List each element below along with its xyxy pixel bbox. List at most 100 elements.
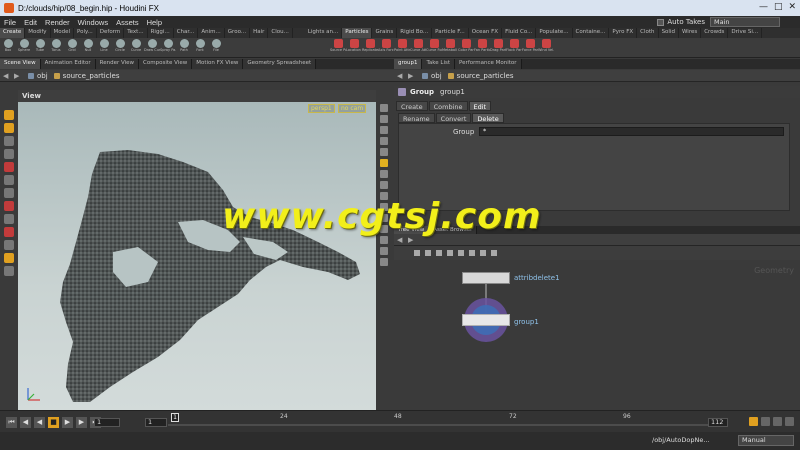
network-editor[interactable]: Geometry attribdelete1 group1 — [394, 260, 800, 410]
scale-tool-icon[interactable] — [4, 188, 14, 198]
shelf-tool[interactable]: Sphere — [16, 38, 32, 57]
play-icon[interactable]: ▶ — [62, 417, 73, 428]
left-pane-tab[interactable]: Geometry Spreadsheet — [243, 59, 317, 69]
tab-combine[interactable]: Combine — [428, 101, 468, 111]
shelf-tool[interactable]: Color Partic... — [458, 38, 474, 57]
back-icon[interactable]: ◀ — [397, 72, 405, 80]
shape-icon[interactable] — [491, 250, 497, 256]
shelf-tool[interactable]: Path — [176, 38, 192, 57]
end-frame-field[interactable]: 112 — [708, 418, 728, 427]
menu-assets[interactable]: Assets — [112, 18, 143, 27]
magnet-tool-icon[interactable] — [4, 201, 14, 211]
shelf-tool[interactable]: Box — [0, 38, 16, 57]
shelf-tool[interactable]: Spray Pa... — [160, 38, 176, 57]
menu-help[interactable]: Help — [143, 18, 166, 27]
shelf-tool[interactable]: Replicate P... — [362, 38, 378, 57]
shelf-tab[interactable]: Grains — [372, 28, 398, 38]
cam-mode-dropdown[interactable]: no cam — [338, 104, 367, 113]
node-name[interactable]: group1 — [440, 88, 465, 96]
shelf-tool[interactable]: Drag Partic... — [490, 38, 506, 57]
shelf-tool[interactable]: Axis Force... — [378, 38, 394, 57]
select-tool-icon[interactable] — [4, 110, 14, 120]
path-obj[interactable]: obj — [422, 72, 442, 80]
path-source-particles[interactable]: source_particles — [53, 72, 119, 80]
shelf-tab[interactable]: Poly... — [74, 28, 97, 38]
left-pane-tab[interactable]: Render View — [95, 59, 140, 69]
paint-tool-icon[interactable] — [4, 253, 14, 263]
play-reverse-icon[interactable]: ◀ — [34, 417, 45, 428]
shelf-tab[interactable]: Hair — [250, 28, 269, 38]
shelf-tool[interactable]: Curve — [128, 38, 144, 57]
menu-render[interactable]: Render — [41, 18, 74, 27]
path-obj[interactable]: obj — [28, 72, 48, 80]
flag-icon[interactable] — [458, 250, 464, 256]
right-pane-tab[interactable]: Performance Monitor — [455, 59, 522, 69]
shelf-tab[interactable]: Drive Si... — [728, 28, 763, 38]
shelf-tab[interactable]: Model — [51, 28, 75, 38]
forward-icon[interactable]: ▶ — [14, 72, 22, 80]
realtime-icon[interactable] — [749, 417, 758, 426]
skip-start-icon[interactable]: ⏮ — [6, 417, 17, 428]
shelf-tool[interactable]: Null — [80, 38, 96, 57]
brush-tool-icon[interactable] — [4, 162, 14, 172]
menu-windows[interactable]: Windows — [74, 18, 112, 27]
wireframe-icon[interactable] — [380, 170, 388, 178]
auto-takes-checkbox[interactable] — [657, 18, 665, 26]
display-options-icon[interactable] — [380, 104, 388, 112]
left-pane-tab[interactable]: Motion FX View — [192, 59, 244, 69]
camera-dropdown[interactable]: persp1 — [308, 104, 335, 113]
grid-icon[interactable] — [436, 250, 442, 256]
left-pane-tab[interactable]: Composite View — [139, 59, 193, 69]
audio-icon[interactable] — [773, 417, 782, 426]
node-attribdelete1[interactable] — [462, 272, 510, 284]
close-icon[interactable]: ✕ — [788, 2, 796, 12]
shelf-tab[interactable]: Create — [0, 28, 26, 38]
shelf-tab[interactable]: Solid — [659, 28, 679, 38]
camera-icon[interactable] — [380, 258, 388, 266]
menu-edit[interactable]: Edit — [20, 18, 41, 27]
tree-icon[interactable] — [425, 250, 431, 256]
shelf-tab[interactable]: Pyro FX — [609, 28, 638, 38]
shelf-tool[interactable]: Grid — [64, 38, 80, 57]
layout-icon[interactable] — [447, 250, 453, 256]
shelf-tab[interactable]: Ocean FX — [469, 28, 503, 38]
shelf-tab[interactable]: Rigid Bo... — [397, 28, 433, 38]
snapshot-icon[interactable] — [380, 247, 388, 255]
tab-delete[interactable]: Delete — [472, 113, 504, 123]
start-frame-field[interactable]: 1 — [145, 418, 167, 427]
shelf-tab[interactable]: Particle F... — [432, 28, 469, 38]
shelf-tab[interactable]: Char... — [174, 28, 199, 38]
shelf-tab[interactable]: Crowds — [701, 28, 729, 38]
status-path[interactable]: /obj/AutoDopNe... — [652, 436, 710, 444]
forward-icon[interactable]: ▶ — [408, 72, 416, 80]
shelf-tool[interactable]: Font — [192, 38, 208, 57]
lighting-icon[interactable] — [380, 148, 388, 156]
auto-takes[interactable]: Auto Takes — [657, 16, 705, 28]
step-back-icon[interactable]: ◀ — [20, 417, 31, 428]
tab-convert[interactable]: Convert — [435, 113, 472, 123]
group-field[interactable]: * — [479, 127, 784, 136]
list-icon[interactable] — [414, 250, 420, 256]
color-icon[interactable] — [480, 250, 486, 256]
tab-create[interactable]: Create — [396, 101, 428, 111]
tab-rename[interactable]: Rename — [398, 113, 435, 123]
right-pane-tab[interactable]: Take List — [422, 59, 456, 69]
shelf-tab[interactable]: Wires — [679, 28, 702, 38]
shelf-tool[interactable]: File — [208, 38, 224, 57]
handle-tool-icon[interactable] — [4, 136, 14, 146]
measure-tool-icon[interactable] — [4, 266, 14, 276]
frame-icon[interactable] — [380, 137, 388, 145]
note-icon[interactable] — [469, 250, 475, 256]
shelf-tool[interactable]: Point Attr... — [394, 38, 410, 57]
shelf-tab[interactable]: Text... — [124, 28, 148, 38]
shelf-tab[interactable]: Riggi... — [148, 28, 174, 38]
frame-field[interactable]: 1 — [94, 418, 120, 427]
shelf-tool[interactable]: Line — [96, 38, 112, 57]
current-frame-marker[interactable]: 1 — [171, 413, 179, 422]
menu-file[interactable]: File — [0, 18, 20, 27]
shelf-tab[interactable]: Anim... — [198, 28, 225, 38]
view-tool-icon[interactable] — [4, 214, 14, 224]
right-pane-tab[interactable]: group1 — [394, 59, 423, 69]
home-icon[interactable] — [380, 126, 388, 134]
stop-icon[interactable]: ■ — [48, 417, 59, 428]
